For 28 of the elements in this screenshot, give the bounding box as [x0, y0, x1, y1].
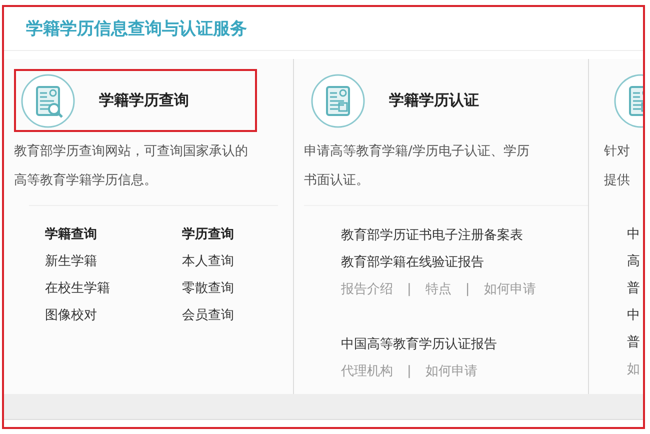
query-link[interactable]: 零散查询 — [182, 275, 234, 302]
separator: | — [407, 363, 412, 381]
document-icon — [311, 74, 365, 128]
query-link[interactable]: 会员查询 — [182, 302, 234, 329]
group-heading: 学籍查询 — [45, 226, 97, 244]
query-link[interactable]: 图像校对 — [45, 302, 97, 329]
query-link[interactable]: 在校生学籍 — [45, 275, 110, 302]
report-link[interactable]: 高 — [627, 248, 640, 275]
panel-title: 学籍学历信息查询与认证服务 — [26, 18, 247, 40]
card-description: 申请高等教育学籍/学历电子认证、学历 书面认证。 — [304, 142, 530, 190]
report-link[interactable]: 中 — [627, 302, 640, 329]
card-description: 教育部学历查询网站，可查询国家承认的 高等教育学籍学历信息。 — [14, 142, 249, 190]
report-link[interactable]: 教育部学籍在线验证报告 — [341, 249, 484, 276]
query-link[interactable]: 本人查询 — [182, 248, 234, 275]
document-search-icon — [21, 74, 75, 128]
report-link[interactable]: 中 — [627, 221, 640, 248]
query-link[interactable]: 新生学籍 — [45, 248, 97, 275]
report-link[interactable]: 普 — [627, 275, 640, 302]
card-description: 针对 — [604, 143, 630, 161]
card-description: 提供 — [604, 172, 630, 190]
report-link[interactable]: 中国高等教育学历认证报告 — [341, 331, 497, 358]
report-link[interactable]: 普 — [627, 329, 640, 356]
card-title: 学籍学历查询 — [99, 91, 189, 110]
group-heading: 学历查询 — [182, 226, 234, 244]
report-link[interactable]: 教育部学历证书电子注册备案表 — [341, 222, 523, 249]
card-title: 学籍学历认证 — [389, 91, 479, 110]
separator: | — [407, 281, 412, 299]
separator: | — [465, 281, 470, 299]
